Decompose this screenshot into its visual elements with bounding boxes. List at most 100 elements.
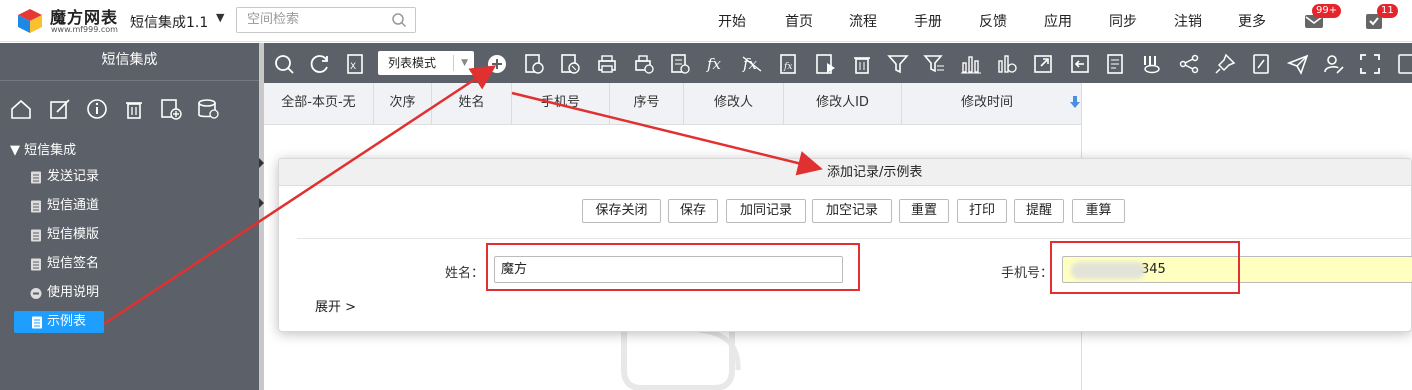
bar-chart-icon[interactable] [960,53,982,75]
excel-icon[interactable]: X [344,53,366,75]
logo-icon[interactable] [14,5,44,35]
trash-icon[interactable] [123,98,145,120]
report-icon[interactable] [1105,53,1127,75]
reset-button[interactable]: 重置 [899,199,949,223]
send-icon[interactable] [1287,53,1309,75]
nav-manual[interactable]: 手册 [914,11,942,31]
sidebar-item-sms-signature[interactable]: 短信签名 [30,253,99,275]
nav-home[interactable]: 首页 [785,11,813,31]
toolbar: X 列表模式 ▼ fx fx fx [264,43,1412,83]
sidebar-item-label: 短信通道 [47,198,100,213]
doc-icon [31,229,41,242]
annotation-box-name [486,243,860,291]
fx-icon[interactable]: fx [705,53,727,75]
fullscreen-icon[interactable] [1359,53,1381,75]
search-icon[interactable] [391,12,407,28]
column-header-modifier-id[interactable]: 修改人ID [784,83,902,125]
collapse-caret-icon[interactable]: ▼ [10,143,24,158]
task-badge: 11 [1377,4,1398,18]
svg-text:fx: fx [706,55,722,73]
doc-icon [31,200,41,213]
fx-doc-icon[interactable]: fx [778,53,800,75]
doc-edit-icon[interactable] [1250,53,1272,75]
sidebar-item-sms-template[interactable]: 短信模版 [30,224,99,246]
delete-record-icon[interactable] [559,53,581,75]
column-header-serial[interactable]: 序号 [610,83,684,125]
user-edit-icon[interactable] [1323,53,1345,75]
add-empty-record-button[interactable]: 加空记录 [812,199,892,223]
column-header-phone[interactable]: 手机号 [512,83,610,125]
column-header-order[interactable]: 次序 [374,83,432,125]
import-in-icon[interactable] [1069,53,1091,75]
add-same-record-button[interactable]: 加同记录 [726,199,806,223]
nav-feedback[interactable]: 反馈 [979,11,1007,31]
save-button[interactable]: 保存 [668,199,718,223]
sidebar-item-send-records[interactable]: 发送记录 [30,166,99,188]
annotation-box-phone [1050,241,1240,294]
nav-apps[interactable]: 应用 [1044,11,1072,31]
database-icon[interactable] [197,98,219,120]
sort-down-icon[interactable] [1070,96,1080,108]
search-icon[interactable] [273,53,295,75]
chevron-down-icon[interactable]: ▼ [461,51,468,75]
chart-view-icon[interactable] [996,53,1018,75]
refresh-icon[interactable] [309,53,331,75]
expand-toggle[interactable]: 展开 > [315,296,356,315]
nav-logout[interactable]: 注销 [1174,11,1202,31]
nav-workflow[interactable]: 流程 [849,11,877,31]
pin-icon[interactable] [1214,53,1236,75]
export-icon[interactable] [669,53,691,75]
app-dropdown-caret-icon[interactable]: ▼ [216,11,224,24]
mail-badge: 99+ [1312,4,1342,18]
share-icon[interactable] [1178,53,1200,75]
fx-off-icon[interactable]: fx [741,53,763,75]
nav-more[interactable]: 更多 [1238,11,1266,31]
collapse-arrow-icon[interactable] [259,158,264,168]
view-mode-select[interactable]: 列表模式 ▼ [378,51,474,75]
column-header-modified-time[interactable]: 修改时间 [902,83,1072,125]
print-button[interactable]: 打印 [957,199,1007,223]
play-icon[interactable] [814,53,836,75]
tree-root[interactable]: ▼ 短信集成 [10,139,76,158]
sidebar-item-sms-channel[interactable]: 短信通道 [30,195,99,217]
column-header-modifier[interactable]: 修改人 [684,83,784,125]
recalculate-button[interactable]: 重算 [1072,199,1125,223]
dialog-title[interactable]: 添加记录/示例表 [279,159,1411,186]
sidebar-item-label: 短信签名 [47,256,100,271]
column-icon[interactable] [1141,53,1163,75]
nav-start[interactable]: 开始 [718,11,746,31]
remind-button[interactable]: 提醒 [1014,199,1064,223]
sidebar-item-usage-guide[interactable]: 使用说明 [30,282,99,304]
tree-root-label: 短信集成 [24,143,77,158]
add-icon[interactable] [486,53,508,75]
view-icon[interactable] [523,53,545,75]
nav-sync[interactable]: 同步 [1109,11,1137,31]
home-icon[interactable] [10,98,32,120]
filter-icon[interactable] [887,53,909,75]
empty-state-illustration [621,330,741,390]
grid-header: 全部-本页-无 次序 姓名 手机号 序号 修改人 修改人ID 修改时间 [264,83,1082,125]
print-icon[interactable] [596,53,618,75]
column-header-name[interactable]: 姓名 [432,83,512,125]
add-form-icon[interactable] [160,98,182,120]
export-out-icon[interactable] [1032,53,1054,75]
info-icon[interactable] [86,98,108,120]
filter-clear-icon[interactable] [923,53,945,75]
print-add-icon[interactable] [633,53,655,75]
more-icon[interactable] [1395,53,1412,75]
edit-icon[interactable] [49,98,71,120]
column-header-select-all[interactable]: 全部-本页-无 [264,83,374,125]
doc-icon [32,316,42,329]
svg-text:fx: fx [783,62,792,72]
top-bar: 魔方网表 www.mf999.com 短信集成1.1 ▼ 空间检索 开始 首页 … [0,0,1412,42]
sidebar-item-example-table[interactable]: 示例表 [14,311,104,333]
sidebar-item-label: 发送记录 [47,169,100,184]
sidebar-title: 短信集成 [0,43,259,81]
phone-field-label: 手机号： [1001,266,1054,281]
collapse-arrow-icon[interactable] [259,198,264,208]
space-search-input[interactable]: 空间检索 [236,7,416,33]
trash-icon[interactable] [851,53,873,75]
save-close-button[interactable]: 保存关闭 [582,199,661,223]
app-name[interactable]: 短信集成1.1 [130,12,208,32]
logo-url: www.mf999.com [51,25,118,34]
